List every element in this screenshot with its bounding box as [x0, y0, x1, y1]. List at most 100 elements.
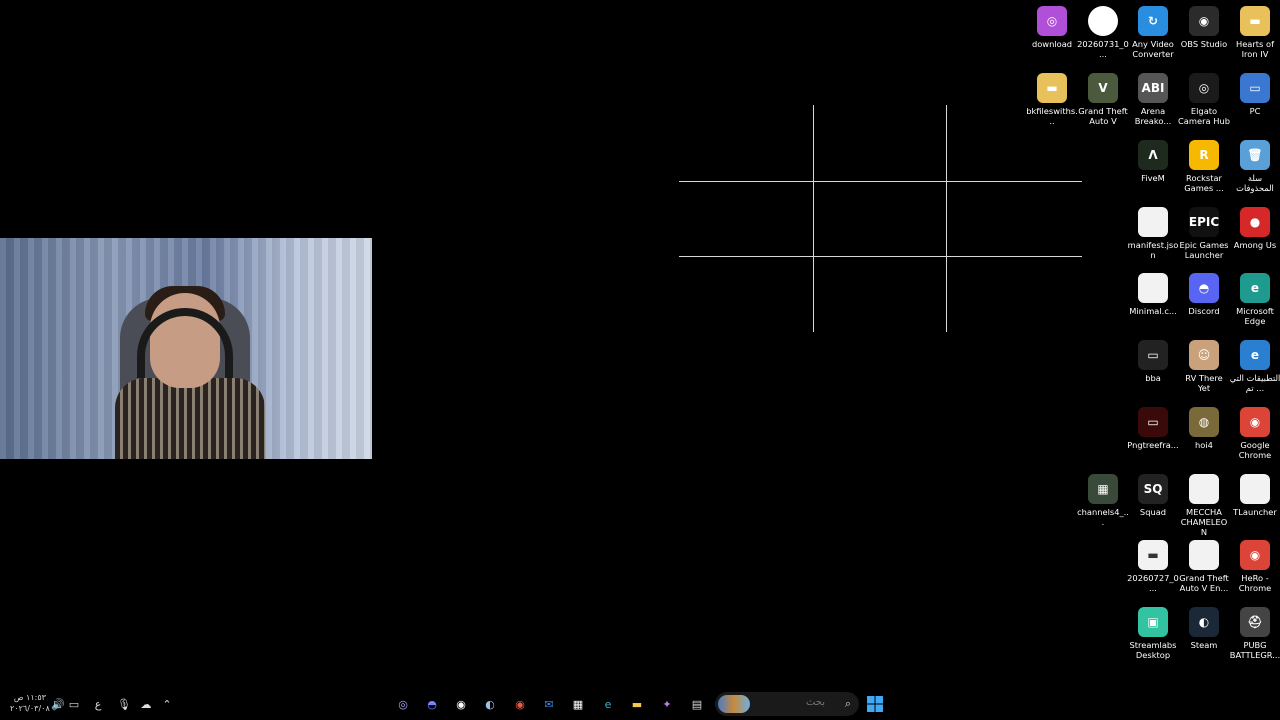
store-icon[interactable]: ▦: [570, 696, 586, 712]
desktop-icon-image: ◓: [1189, 273, 1219, 303]
desktop-icon[interactable]: ◎ download: [1026, 2, 1078, 49]
desktop-icon[interactable]: e التطبيقات التي تم ...: [1229, 336, 1280, 393]
desktop-icon-label: Hearts of Iron IV: [1235, 39, 1275, 59]
desktop-icon-image: [1189, 540, 1219, 570]
obs-icon[interactable]: ◉: [453, 696, 469, 712]
desktop-icon[interactable]: ▭ PC: [1229, 69, 1280, 116]
desktop-icon-label: Streamlabs Desktop: [1129, 640, 1177, 660]
desktop-icon[interactable]: EPIC Epic Games Launcher: [1178, 203, 1230, 260]
desktop-icon-label: Squad: [1139, 507, 1167, 517]
desktop-icon-image: ◎: [1189, 73, 1219, 103]
desktop-icon-image: e: [1240, 273, 1270, 303]
desktop-icon[interactable]: ▣ Streamlabs Desktop: [1127, 603, 1179, 660]
desktop-icon[interactable]: ◓ Discord: [1178, 269, 1230, 316]
desktop-icon[interactable]: ▬ Hearts of Iron IV: [1229, 2, 1280, 59]
desktop-icon-label: manifest.json: [1127, 240, 1179, 260]
desktop-icon[interactable]: ⛑ PUBG BATTLEGR...: [1229, 603, 1280, 660]
webcam-overlay: [0, 238, 372, 459]
steam-icon[interactable]: ◐: [482, 696, 498, 712]
desktop-icon[interactable]: ▬ bkfileswiths...: [1026, 69, 1078, 126]
desktop-icon[interactable]: Grand Theft Auto V En...: [1178, 536, 1230, 593]
mic-icon[interactable]: 🎙: [116, 696, 132, 712]
edge-icon[interactable]: e: [600, 696, 616, 712]
mail-icon[interactable]: ✉: [541, 696, 557, 712]
desktop-icon-label: Grand Theft Auto V: [1078, 106, 1128, 126]
grid-horizontal-line-1: [679, 181, 1082, 182]
desktop-icon[interactable]: Minimal.c...: [1127, 269, 1179, 316]
desktop-icon[interactable]: ◉ OBS Studio: [1178, 2, 1230, 49]
desktop-icon-label: TLauncher: [1233, 507, 1277, 517]
desktop-icon-image: e: [1240, 340, 1270, 370]
desktop-icon-label: RV There Yet: [1185, 373, 1223, 393]
copilot-icon[interactable]: ◎: [395, 696, 411, 712]
desktop-icon-image: ▭: [1240, 73, 1270, 103]
language-indicator[interactable]: ع: [90, 696, 106, 712]
system-clock[interactable]: ١١:٥٣ ص ٢٠٢٦/٠٣/٠٨: [10, 692, 50, 714]
search-box[interactable]: ⌕: [715, 692, 859, 716]
grid-vertical-line-1: [813, 105, 814, 332]
desktop-icon[interactable]: ◎ Elgato Camera Hub: [1178, 69, 1230, 126]
desktop-icon-image: Λ: [1138, 140, 1168, 170]
desktop-icon[interactable]: e Microsoft Edge: [1229, 269, 1280, 326]
desktop-icon-label: Minimal.c...: [1129, 306, 1177, 316]
desktop-icon[interactable]: ABI Arena Breako...: [1127, 69, 1179, 126]
desktop-icon[interactable]: ☺ RV There Yet: [1178, 336, 1230, 393]
desktop-icon-label: Microsoft Edge: [1236, 306, 1274, 326]
desktop-icon-image: EPIC: [1189, 207, 1219, 237]
chevron-up-icon[interactable]: ⌃: [159, 696, 175, 712]
desktop-icon[interactable]: ▬ 20260727_0...: [1127, 536, 1179, 593]
desktop-icon-image: ▬: [1138, 540, 1168, 570]
desktop-icon[interactable]: ◉ HeRo - Chrome: [1229, 536, 1280, 593]
grid-lines: [679, 105, 1082, 332]
desktop-icon[interactable]: 🗑 سلة المحذوفات: [1229, 136, 1280, 193]
desktop-icon[interactable]: ● Among Us: [1229, 203, 1280, 250]
desktop-icon-label: download: [1031, 39, 1073, 49]
desktop-icon-image: ⛑: [1240, 607, 1270, 637]
desktop-icon-label: سلة المحذوفات: [1236, 173, 1274, 193]
desktop-icon[interactable]: ◍ hoi4: [1178, 403, 1230, 450]
desktop-icon[interactable]: ▦ channels4_...: [1077, 470, 1129, 527]
desktop-icon[interactable]: V Grand Theft Auto V: [1077, 69, 1129, 126]
desktop-icon[interactable]: SQ Squad: [1127, 470, 1179, 517]
desktop-icon-label: Epic Games Launcher: [1179, 240, 1229, 260]
desktop-icon-label: Steam: [1190, 640, 1218, 650]
desktop-icon-label: bkfileswiths...: [1026, 106, 1078, 126]
app-icon[interactable]: ✦: [659, 696, 675, 712]
desktop-icon-label: bba: [1145, 373, 1161, 383]
search-highlight-icon: [718, 695, 750, 713]
desktop-icon[interactable]: Λ FiveM: [1127, 136, 1179, 183]
grid-horizontal-line-2: [679, 256, 1082, 257]
desktop-icon-image: ◍: [1189, 407, 1219, 437]
windows-start-icon[interactable]: [866, 695, 884, 713]
desktop-icon-image: [1138, 273, 1168, 303]
desktop-icon-image: ABI: [1138, 73, 1168, 103]
desktop-icon[interactable]: ▭ bba: [1127, 336, 1179, 383]
notepad-icon[interactable]: ▤: [689, 696, 705, 712]
desktop-icon[interactable]: ◉ Google Chrome: [1229, 403, 1280, 460]
desktop-icon-image: ◐: [1189, 607, 1219, 637]
desktop-icon[interactable]: ◐ Steam: [1178, 603, 1230, 650]
desktop-icon-label: Rockstar Games ...: [1184, 173, 1224, 193]
chrome-icon[interactable]: ◉: [512, 696, 528, 712]
desktop-icon-image: ▭: [1138, 340, 1168, 370]
taskbar: ١١:٥٣ ص ٢٠٢٦/٠٣/٠٨ 🔊 ▭ ع 🎙 ☁ ⌃ ◎ ◓ ◉ ◐ ◉…: [0, 688, 1280, 720]
discord-icon[interactable]: ◓: [424, 696, 440, 712]
desktop-icon[interactable]: R Rockstar Games ...: [1178, 136, 1230, 193]
desktop-icon-label: Grand Theft Auto V En...: [1179, 573, 1229, 593]
desktop-icon[interactable]: manifest.json: [1127, 203, 1179, 260]
onedrive-icon[interactable]: ☁: [138, 696, 154, 712]
desktop-icon[interactable]: TLauncher: [1229, 470, 1280, 517]
desktop-icon-label: Elgato Camera Hub: [1178, 106, 1230, 126]
desktop-icon[interactable]: MECCHA CHAMELEON: [1178, 470, 1230, 537]
search-input[interactable]: [753, 696, 827, 709]
desktop-icon-image: ▬: [1037, 73, 1067, 103]
speaker-icon[interactable]: 🔊: [50, 696, 66, 712]
desktop-icon-image: ↻: [1138, 6, 1168, 36]
desktop-icon[interactable]: ▭ Pngtreefra...: [1127, 403, 1179, 450]
file-explorer-icon[interactable]: ▬: [629, 696, 645, 712]
desktop-icon[interactable]: ↻ Any Video Converter: [1127, 2, 1179, 59]
desktop-icon[interactable]: 20260731_0...: [1077, 2, 1129, 59]
clock-time: ١١:٥٣ ص: [13, 693, 46, 702]
battery-icon[interactable]: ▭: [66, 696, 82, 712]
desktop-icon-image: [1088, 6, 1118, 36]
